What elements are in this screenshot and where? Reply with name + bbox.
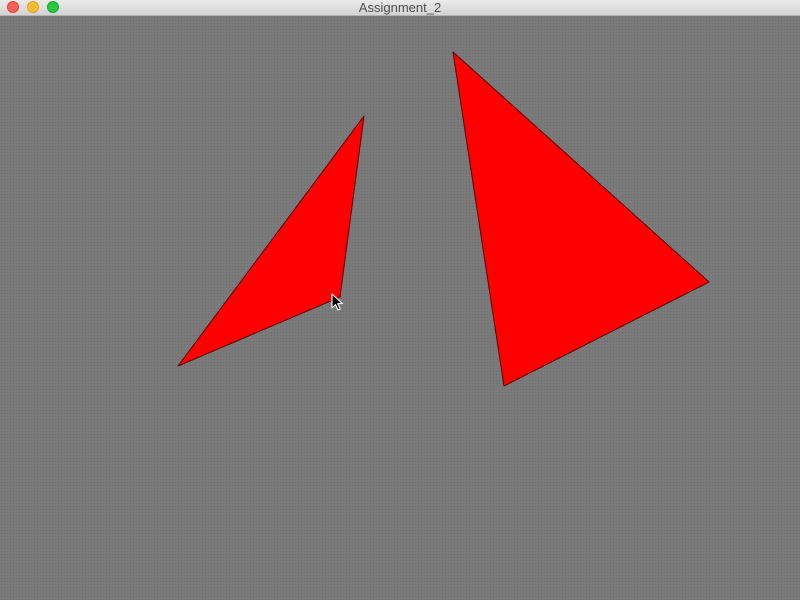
canvas-drawing — [177, 51, 710, 387]
triangle-right[interactable] — [452, 51, 710, 387]
window-title: Assignment_2 — [358, 0, 442, 15]
app-window: Assignment_2 — [0, 0, 800, 600]
title-bar[interactable]: Assignment_2 — [0, 0, 800, 16]
triangle-left[interactable] — [177, 115, 365, 367]
drawing-canvas[interactable] — [0, 16, 800, 600]
